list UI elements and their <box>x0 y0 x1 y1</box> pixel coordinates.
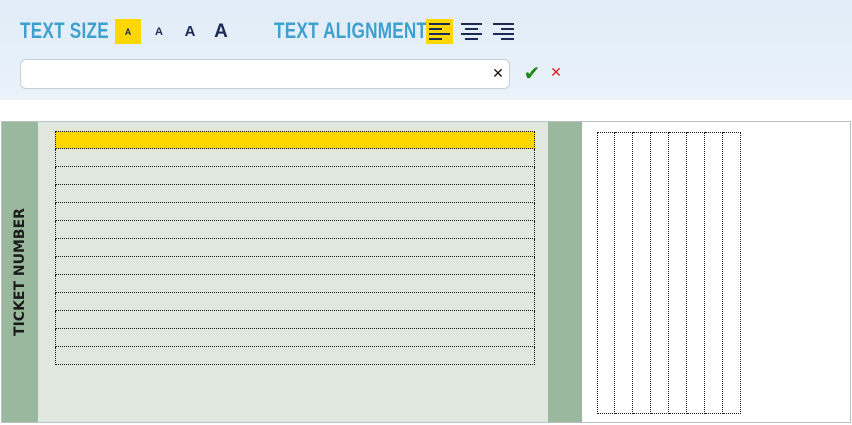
ticket-line[interactable] <box>55 275 535 293</box>
ticket-line[interactable] <box>55 257 535 275</box>
ticket-line[interactable] <box>55 329 535 347</box>
ticket-stub-divider <box>548 122 582 422</box>
text-size-m-button[interactable]: A <box>178 19 202 44</box>
align-left-button[interactable] <box>426 19 453 44</box>
align-right-icon <box>493 23 514 40</box>
text-size-s-button[interactable]: A <box>148 19 170 44</box>
align-right-button[interactable] <box>490 19 517 44</box>
ticket-line[interactable] <box>55 149 535 167</box>
ticket-line[interactable] <box>55 311 535 329</box>
editor-toolbar: TEXT SIZE A A A A TEXT ALIGNMENT ✕ ✔ ✕ <box>0 0 852 100</box>
confirm-checkmark-icon[interactable]: ✔ <box>522 61 542 85</box>
align-center-button[interactable] <box>458 19 485 44</box>
ticket-stub-column[interactable] <box>597 132 615 414</box>
cancel-x-icon[interactable]: ✕ <box>548 63 564 83</box>
text-size-l-button[interactable]: A <box>208 19 234 44</box>
ticket-stub-columns <box>597 132 741 414</box>
ticket-line[interactable] <box>55 239 535 257</box>
ticket-preview: TICKET NUMBER <box>1 121 851 423</box>
ticket-stub-column[interactable] <box>633 132 651 414</box>
align-center-icon <box>461 23 482 40</box>
ticket-text-lines <box>55 131 535 365</box>
ticket-line[interactable] <box>55 347 535 365</box>
ticket-stub-column[interactable] <box>687 132 705 414</box>
text-alignment-label: TEXT ALIGNMENT <box>274 18 428 43</box>
ticket-number-label: TICKET NUMBER <box>12 208 28 336</box>
ticket-stub-left: TICKET NUMBER <box>2 122 38 422</box>
ticket-stub-column[interactable] <box>705 132 723 414</box>
text-size-xs-button[interactable]: A <box>115 19 141 44</box>
ticket-line[interactable] <box>55 203 535 221</box>
ticket-line[interactable] <box>55 221 535 239</box>
ticket-line[interactable] <box>55 131 535 149</box>
ticket-line[interactable] <box>55 185 535 203</box>
ticket-stub-panel <box>582 122 850 422</box>
ticket-stub-column[interactable] <box>669 132 687 414</box>
ticket-text-input[interactable] <box>20 59 510 89</box>
ticket-line[interactable] <box>55 293 535 311</box>
ticket-stub-column[interactable] <box>723 132 741 414</box>
ticket-stub-column[interactable] <box>615 132 633 414</box>
text-size-label: TEXT SIZE <box>20 18 109 43</box>
ticket-stub-column[interactable] <box>651 132 669 414</box>
clear-input-icon[interactable]: ✕ <box>490 65 506 83</box>
ticket-line[interactable] <box>55 167 535 185</box>
ticket-body-panel <box>38 122 548 422</box>
align-left-icon <box>429 23 450 40</box>
